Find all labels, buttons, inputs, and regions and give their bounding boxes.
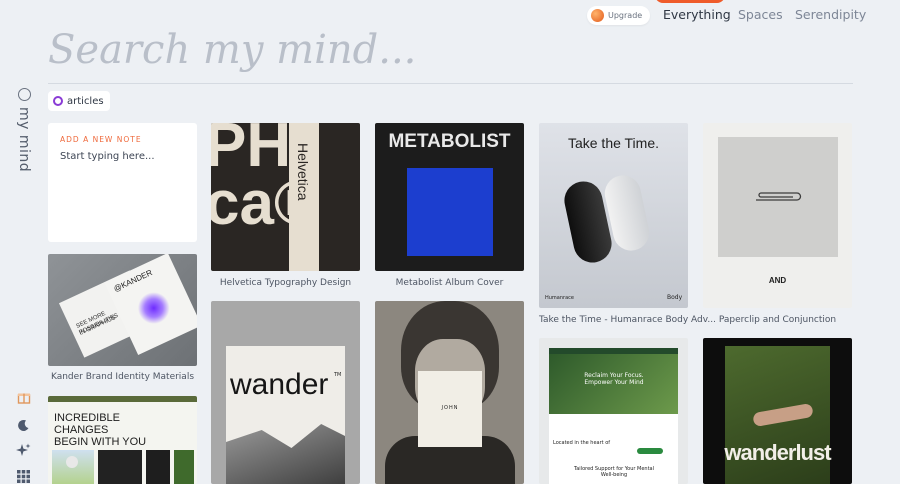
wellbeing-hero: Reclaim Your Focus. Empower Your Mind xyxy=(549,354,678,414)
humanrace-footer-left: Humanrace xyxy=(545,295,574,301)
paperclip-square xyxy=(718,137,838,257)
changes-line-1: INCREDIBLE xyxy=(54,412,121,424)
card-paperclip[interactable]: AND xyxy=(703,123,852,308)
humanrace-title: Take the Time. xyxy=(567,135,660,151)
changes-image-4 xyxy=(174,450,194,484)
card-metabolist[interactable]: METABOLIST xyxy=(375,123,524,271)
kander-brand: @KANDER xyxy=(112,267,154,294)
changes-sphere xyxy=(66,456,78,468)
changes-line-2: CHANGES xyxy=(54,424,109,436)
wanderlust-hand xyxy=(752,402,814,428)
card-changes[interactable]: INCREDIBLE CHANGES BEGIN WITH YOU xyxy=(48,396,197,484)
moon-icon[interactable] xyxy=(16,418,31,433)
card-wellbeing[interactable]: Reclaim Your Focus. Empower Your Mind Lo… xyxy=(539,338,688,484)
upgrade-avatar-icon xyxy=(591,9,604,22)
wander-tm: TM xyxy=(334,372,342,378)
card-kander[interactable]: SEE MORE POSSIBILITIES IN GRAPHICS @KAND… xyxy=(48,254,197,366)
caption-humanrace: Take the Time - Humanrace Body Adv... xyxy=(539,315,716,325)
metabolist-title: METABOLIST xyxy=(388,131,511,152)
card-wander[interactable]: wander TM xyxy=(211,301,360,484)
wellbeing-sub: Tailored Support for Your Mental Well-be… xyxy=(574,466,654,478)
wellbeing-hero-text: Reclaim Your Focus. Empower Your Mind xyxy=(584,372,644,386)
changes-image-3 xyxy=(146,450,170,484)
changes-line-3: BEGIN WITH YOU xyxy=(54,436,147,448)
upgrade-highlight-tab xyxy=(655,0,725,3)
brand[interactable]: my mind xyxy=(12,88,36,172)
caption-helvetica: Helvetica Typography Design xyxy=(219,278,352,288)
tab-spaces[interactable]: Spaces xyxy=(738,7,783,22)
helvetica-side-text: Helvetica xyxy=(295,143,311,201)
brand-logo-icon xyxy=(17,88,31,101)
helvetica-dark-strip xyxy=(319,123,360,271)
filter-label: articles xyxy=(67,95,104,107)
upgrade-button[interactable]: Upgrade xyxy=(587,6,651,25)
new-note-card[interactable]: ADD A NEW NOTE xyxy=(48,123,197,242)
card-portrait[interactable]: JOHN xyxy=(375,301,524,484)
card-wanderlust[interactable]: wanderlust xyxy=(703,338,852,484)
portrait-name: JOHN xyxy=(441,405,459,411)
card-helvetica[interactable]: PH ca® Helvetica xyxy=(211,123,360,271)
brand-text: my mind xyxy=(16,107,32,173)
card-humanrace[interactable]: Take the Time. Humanrace Body xyxy=(539,123,688,308)
paperclip-word: AND xyxy=(768,276,787,285)
new-note-input[interactable] xyxy=(60,151,185,162)
caption-kander: Kander Brand Identity Materials xyxy=(50,372,195,382)
filter-chip-articles[interactable]: articles xyxy=(48,91,110,111)
wander-title: wander xyxy=(230,368,329,401)
search-bar xyxy=(48,24,853,84)
new-note-label: ADD A NEW NOTE xyxy=(60,135,142,144)
wellbeing-cta xyxy=(637,448,663,454)
upgrade-label: Upgrade xyxy=(608,11,643,20)
kander-glow xyxy=(132,286,176,330)
paperclip-icon xyxy=(756,192,802,201)
wander-mountain xyxy=(226,424,345,484)
changes-topbar xyxy=(48,396,197,402)
gift-icon[interactable] xyxy=(16,389,31,404)
grid-icon[interactable] xyxy=(16,469,31,484)
wellbeing-page: Reclaim Your Focus. Empower Your Mind Lo… xyxy=(549,348,678,484)
metabolist-blue-square xyxy=(407,168,493,256)
wander-poster: wander TM xyxy=(226,346,345,484)
caption-paperclip: Paperclip and Conjunction xyxy=(718,315,837,325)
sparkle-icon[interactable] xyxy=(16,443,31,458)
humanrace-footer-right: Body xyxy=(667,294,683,301)
changes-headline: INCREDIBLE CHANGES BEGIN WITH YOU xyxy=(54,412,146,448)
filter-ring-icon xyxy=(53,96,63,106)
wanderlust-title: wanderlust xyxy=(724,440,831,465)
changes-image-1 xyxy=(52,450,94,484)
portrait-poster: JOHN xyxy=(418,371,482,447)
tab-serendipity[interactable]: Serendipity xyxy=(795,7,866,22)
wellbeing-lead: Located in the heart of xyxy=(553,440,611,446)
changes-image-2 xyxy=(98,450,142,484)
tab-everything[interactable]: Everything xyxy=(663,7,731,22)
search-input[interactable] xyxy=(48,24,853,76)
caption-metabolist: Metabolist Album Cover xyxy=(395,278,504,288)
